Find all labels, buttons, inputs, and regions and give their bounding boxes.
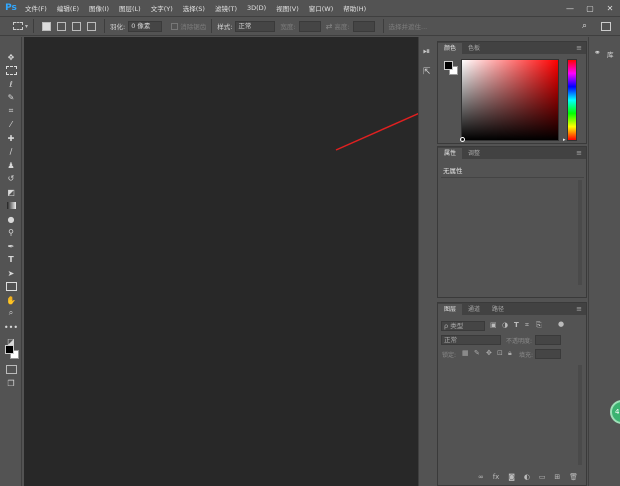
tab-channels[interactable]: 通道 — [462, 304, 486, 315]
link-layers-icon[interactable]: ∞ — [478, 473, 484, 483]
new-group-icon[interactable]: ▭ — [539, 473, 546, 483]
layers-bottom-toolbar: ∞ fx ◙ ◐ ▭ ⊞ 🗑︎ — [478, 473, 578, 483]
shape-filter-icon[interactable]: ⌗ — [525, 321, 529, 330]
scrollbar[interactable] — [578, 365, 582, 465]
properties-panel-tabs: 属性 调整 ≡ — [438, 147, 586, 159]
adjustment-filter-icon[interactable]: ◑ — [502, 321, 508, 329]
layer-style-icon[interactable]: fx — [493, 473, 500, 483]
library-icon[interactable]: ⚭ — [594, 48, 601, 57]
hue-slider-handle[interactable]: ▸ — [563, 137, 566, 143]
color-panel-tabs: 颜色 色板 ≡ — [438, 42, 586, 54]
filter-toggle-icon[interactable]: ● — [558, 320, 564, 328]
color-picker-ring[interactable] — [460, 137, 465, 142]
panel-menu-icon[interactable]: ≡ — [576, 44, 582, 52]
tab-properties[interactable]: 属性 — [438, 148, 463, 159]
scrollbar[interactable] — [578, 180, 582, 285]
lock-transparency-icon[interactable]: ▦ — [462, 349, 469, 357]
layer-filter-select[interactable]: ρ 类型 — [441, 321, 485, 331]
tab-color[interactable]: 颜色 — [438, 43, 463, 54]
panel-menu-icon[interactable]: ≡ — [576, 305, 582, 313]
lock-label: 锁定: — [442, 352, 457, 359]
new-layer-icon[interactable]: ⊞ — [554, 473, 560, 483]
history-panel-icon[interactable]: ⏯ — [423, 47, 430, 57]
properties-panel: 属性 调整 ≡ 无属性 — [437, 146, 587, 298]
pixel-filter-icon[interactable]: ▣ — [490, 321, 497, 329]
lock-pixels-icon[interactable]: ✎ — [474, 349, 480, 357]
add-mask-icon[interactable]: ◙ — [508, 473, 515, 483]
foreground-color-swatch[interactable] — [444, 61, 453, 70]
fill-input[interactable] — [535, 349, 561, 359]
foreground-color-swatch[interactable] — [5, 345, 14, 354]
color-field[interactable] — [461, 59, 559, 141]
opacity-label: 不透明度: — [506, 338, 533, 345]
opacity-input[interactable] — [535, 335, 561, 345]
lock-all-icon[interactable]: 🔒︎ — [508, 349, 512, 358]
lock-artboard-icon[interactable]: ⊡ — [497, 349, 503, 357]
tab-paths[interactable]: 路径 — [486, 304, 510, 315]
type-filter-icon[interactable]: T — [514, 321, 519, 329]
hue-slider[interactable] — [567, 59, 577, 141]
tab-adjustments[interactable]: 调整 — [462, 148, 486, 159]
layers-panel-tabs: 图层 通道 路径 ≡ — [438, 303, 586, 315]
tab-layers[interactable]: 图层 — [438, 304, 463, 315]
layers-panel: 图层 通道 路径 ≡ ρ 类型 ▣ ◑ T ⌗ ⎘ ● 正常 不透明度: 锁定:… — [437, 302, 587, 486]
fill-label: 填充: — [519, 352, 534, 359]
tab-swatches[interactable]: 色板 — [462, 43, 486, 54]
delete-layer-icon[interactable]: 🗑︎ — [569, 473, 578, 483]
library-label[interactable]: 库 — [607, 49, 614, 59]
lock-position-icon[interactable]: ✥ — [486, 349, 492, 357]
smart-object-filter-icon[interactable]: ⎘ — [536, 321, 542, 330]
collapsed-panel-dock: ⏯ ⇱ — [418, 37, 437, 486]
no-properties-text: 无属性 — [443, 167, 463, 175]
color-panel: 颜色 色板 ≡ ▸ — [437, 41, 587, 144]
brush-settings-icon[interactable]: ⇱ — [423, 67, 431, 77]
panel-menu-icon[interactable]: ≡ — [576, 149, 582, 157]
blend-mode-select[interactable]: 正常 — [441, 335, 501, 345]
new-adjustment-icon[interactable]: ◐ — [524, 473, 530, 483]
divider — [441, 177, 584, 178]
